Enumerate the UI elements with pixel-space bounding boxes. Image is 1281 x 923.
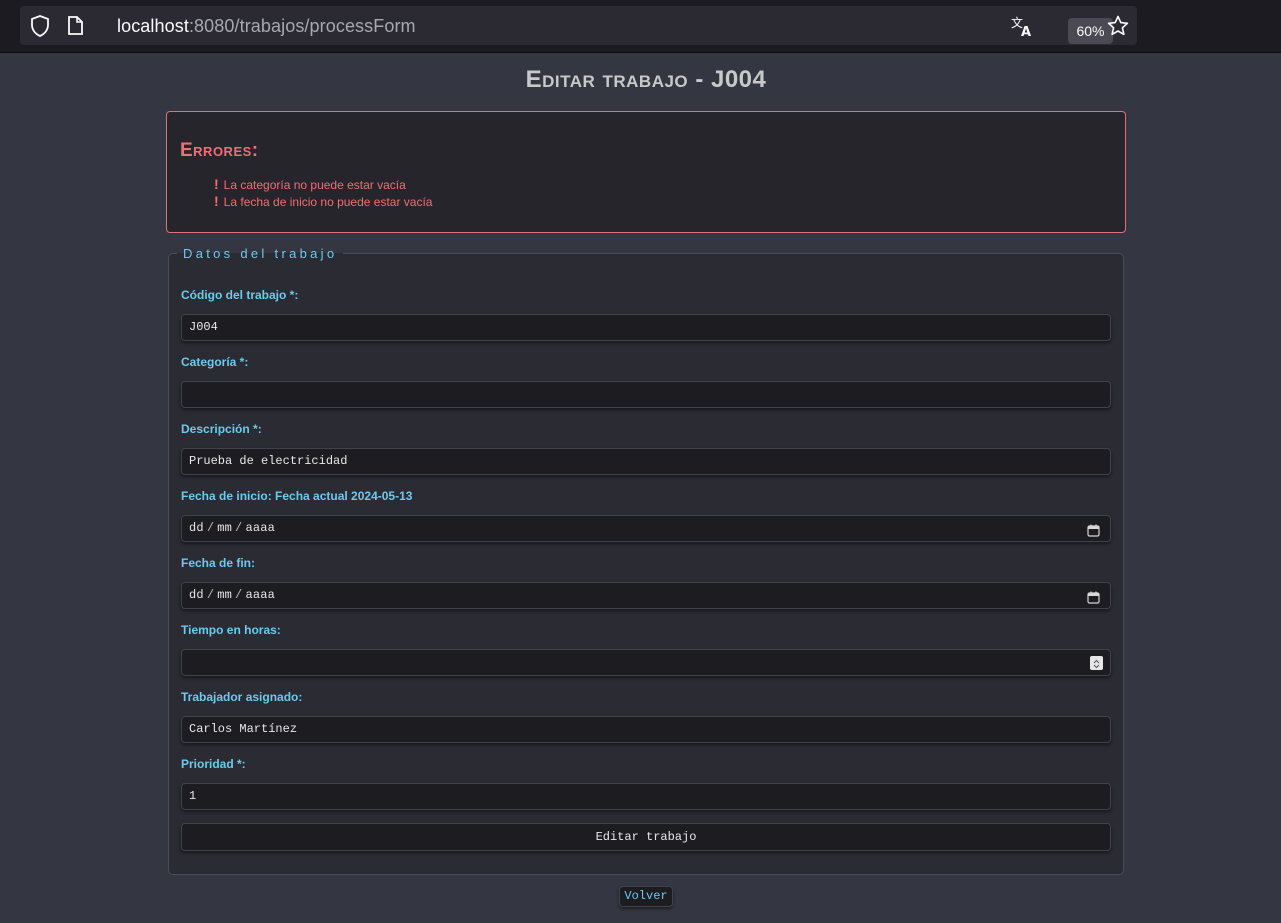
address-bar[interactable]: localhost:8080/trabajos/processForm 文A 6… <box>20 6 1137 45</box>
error-item: ! La categoría no puede estar vacía <box>214 176 406 192</box>
errors-title: Errores: <box>180 140 259 161</box>
url-path: :8080/trabajos/processForm <box>188 16 416 36</box>
categoria-label: Categoría *: <box>181 355 249 369</box>
date-separator: / <box>206 521 215 535</box>
browser-toolbar: localhost:8080/trabajos/processForm 文A 6… <box>0 0 1281 53</box>
date-day[interactable]: dd <box>189 521 204 535</box>
error-text: La categoría no puede estar vacía <box>223 178 406 192</box>
volver-button[interactable]: Volver <box>619 886 673 907</box>
shield-icon[interactable] <box>28 6 52 45</box>
error-box: Errores: ! La categoría no puede estar va… <box>166 111 1126 233</box>
tiempo-input[interactable] <box>181 649 1111 676</box>
fecha-fin-input[interactable]: dd / mm / aaaa <box>181 582 1111 609</box>
page-icon <box>65 6 85 45</box>
categoria-input[interactable] <box>181 381 1111 408</box>
translate-icon[interactable]: 文A <box>1010 6 1036 45</box>
form-legend: Datos del trabajo <box>183 246 338 261</box>
trabajador-label: Trabajador asignado: <box>181 690 303 704</box>
number-spinner-icon[interactable] <box>1090 656 1103 670</box>
error-bullet: ! <box>214 193 219 209</box>
date-month[interactable]: mm <box>217 521 232 535</box>
editar-trabajo-button[interactable]: Editar trabajo <box>181 823 1111 851</box>
page-title: Editar trabajo - J004 <box>525 66 767 93</box>
fecha-inicio-label: Fecha de inicio: Fecha actual 2024-05-13 <box>181 489 413 503</box>
date-day[interactable]: dd <box>189 588 204 602</box>
prioridad-input[interactable]: 1 <box>181 783 1111 810</box>
star-icon[interactable] <box>1106 6 1130 45</box>
fecha-inicio-input[interactable]: dd / mm / aaaa <box>181 515 1111 542</box>
error-text: La fecha de inicio no puede estar vacía <box>223 195 433 209</box>
date-separator: / <box>206 588 215 602</box>
descripcion-input[interactable]: Prueba de electricidad <box>181 448 1111 475</box>
codigo-input[interactable]: J004 <box>181 314 1111 341</box>
url-host: localhost <box>117 16 189 36</box>
trabajador-input[interactable]: Carlos Martínez <box>181 716 1111 743</box>
prioridad-label: Prioridad *: <box>181 757 246 771</box>
url-text[interactable]: localhost:8080/trabajos/processForm <box>117 6 416 45</box>
date-month[interactable]: mm <box>217 588 232 602</box>
tiempo-label: Tiempo en horas: <box>181 623 281 637</box>
calendar-icon[interactable] <box>1087 589 1100 614</box>
date-year[interactable]: aaaa <box>245 521 275 535</box>
error-bullet: ! <box>214 176 219 192</box>
error-item: ! La fecha de inicio no puede estar vacía <box>214 193 432 209</box>
date-year[interactable]: aaaa <box>245 588 275 602</box>
date-separator: / <box>235 588 243 602</box>
fecha-fin-label: Fecha de fin: <box>181 556 256 570</box>
svg-text:A: A <box>1021 25 1031 37</box>
descripcion-label: Descripción *: <box>181 422 262 436</box>
calendar-icon[interactable] <box>1087 522 1100 547</box>
codigo-label: Código del trabajo *: <box>181 288 299 302</box>
date-separator: / <box>235 521 243 535</box>
